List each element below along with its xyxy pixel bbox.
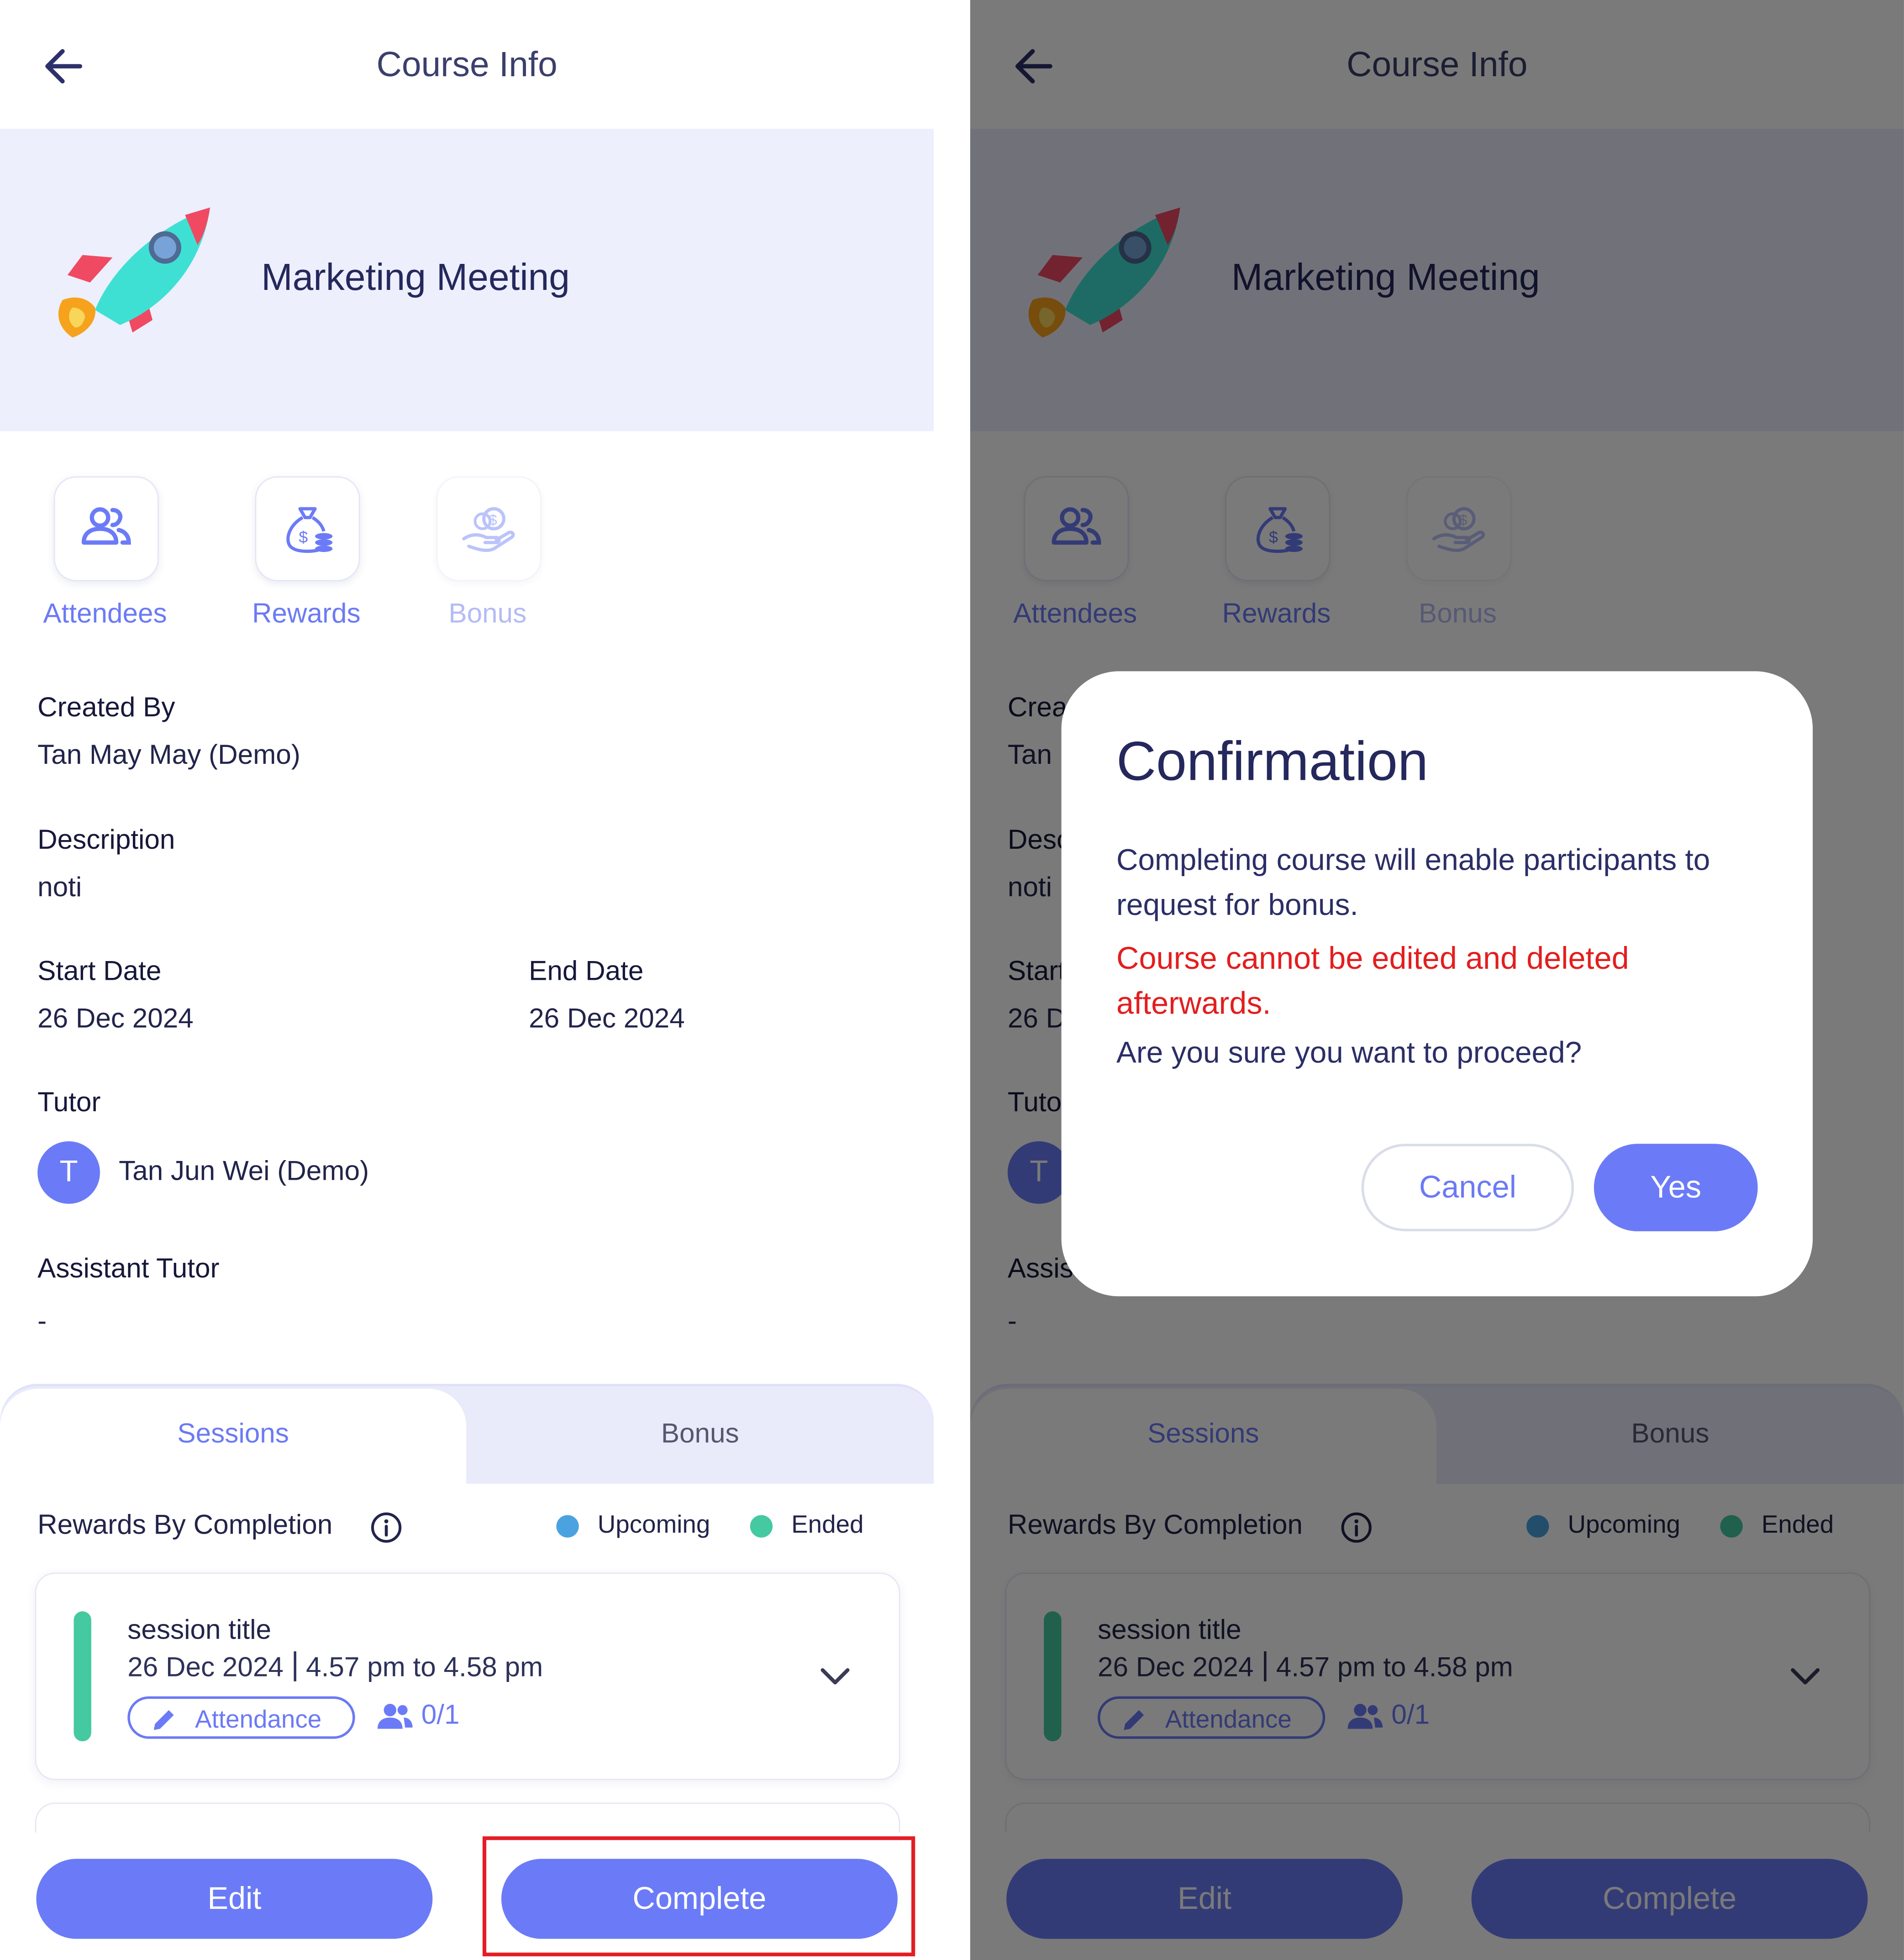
- divider: [934, 0, 970, 1960]
- chevron-down-icon[interactable]: [819, 1664, 851, 1689]
- separator: [293, 1651, 296, 1682]
- session-datetime: 26 Dec 2024 4.57 pm to 4.58 pm: [127, 1651, 543, 1684]
- yes-button[interactable]: Yes: [1594, 1144, 1758, 1231]
- tab-bar: Sessions Bonus: [0, 1383, 934, 1484]
- tab-bonus[interactable]: Bonus: [466, 1389, 934, 1484]
- session-date: 26 Dec 2024: [127, 1651, 284, 1683]
- confirmation-dialog: Confirmation Completing course will enab…: [1061, 671, 1813, 1297]
- dialog-warning: Course cannot be edited and deleted afte…: [1116, 941, 1629, 1021]
- legend-ended-label: Ended: [791, 1511, 864, 1539]
- attendees-label: Attendees: [43, 597, 167, 629]
- attendance-label: Attendance: [195, 1706, 322, 1734]
- session-title: session title: [127, 1613, 272, 1645]
- tutor-name: Tan Jun Wei (Demo): [119, 1155, 369, 1187]
- people-icon: [81, 507, 131, 545]
- stage: Course Info Marketing Meeting $ $ Attend…: [0, 0, 1904, 1960]
- rewards-section-title: Rewards By Completion: [37, 1508, 333, 1540]
- dialog-title: Confirmation: [1116, 731, 1428, 793]
- people-icon: [377, 1703, 413, 1729]
- dialog-message: Completing course will enable participan…: [1116, 844, 1710, 923]
- course-info-screen-dialog: Course Info Marketing Meeting: [970, 0, 1904, 1960]
- money-bag-icon: $: [286, 507, 333, 553]
- info-icon[interactable]: [370, 1511, 402, 1544]
- assistant-tutor-value: -: [37, 1305, 47, 1336]
- svg-text:$: $: [299, 528, 308, 546]
- bonus-button[interactable]: $: [436, 476, 542, 582]
- assistant-tutor-label: Assistant Tutor: [37, 1252, 220, 1284]
- created-by-value: Tan May May (Demo): [37, 739, 300, 770]
- rewards-label: Rewards: [252, 597, 361, 629]
- attendance-button[interactable]: Attendance: [127, 1696, 355, 1739]
- attendees-button[interactable]: [53, 476, 159, 582]
- bonus-label: Bonus: [448, 597, 527, 629]
- tab-sessions[interactable]: Sessions: [0, 1388, 467, 1484]
- legend-upcoming-dot: [556, 1515, 579, 1538]
- description-label: Description: [37, 824, 175, 855]
- cancel-button[interactable]: Cancel: [1361, 1144, 1574, 1231]
- app-header: Course Info: [0, 0, 934, 129]
- rocket-icon: [58, 207, 210, 338]
- created-by-label: Created By: [37, 691, 175, 723]
- pencil-icon: [153, 1710, 174, 1730]
- dialog-question: Are you sure you want to proceed?: [1116, 1036, 1582, 1070]
- end-date-label: End Date: [529, 955, 644, 987]
- start-date-label: Start Date: [37, 955, 162, 987]
- description-value: noti: [37, 871, 82, 903]
- course-name: Marketing Meeting: [261, 257, 570, 299]
- end-date-value: 26 Dec 2024: [529, 1002, 685, 1034]
- page-title: Course Info: [376, 45, 558, 84]
- rewards-button[interactable]: $: [255, 476, 360, 582]
- start-date-value: 26 Dec 2024: [37, 1002, 194, 1034]
- avatar: T: [37, 1141, 100, 1204]
- attendee-count: 0/1: [421, 1698, 460, 1730]
- coin-hand-icon: $: [462, 507, 515, 552]
- tutor-label: Tutor: [37, 1086, 101, 1118]
- session-status-bar: [74, 1611, 91, 1742]
- edit-button[interactable]: Edit: [36, 1859, 433, 1939]
- session-card[interactable]: session title 26 Dec 2024 4.57 pm to 4.58…: [35, 1572, 900, 1780]
- legend-upcoming-label: Upcoming: [597, 1511, 710, 1539]
- session-time: 4.57 pm to 4.58 pm: [306, 1651, 543, 1683]
- highlight-box: [482, 1836, 915, 1956]
- legend-ended-dot: [750, 1515, 773, 1538]
- course-info-screen: Course Info Marketing Meeting $ $ Attend…: [0, 0, 934, 1960]
